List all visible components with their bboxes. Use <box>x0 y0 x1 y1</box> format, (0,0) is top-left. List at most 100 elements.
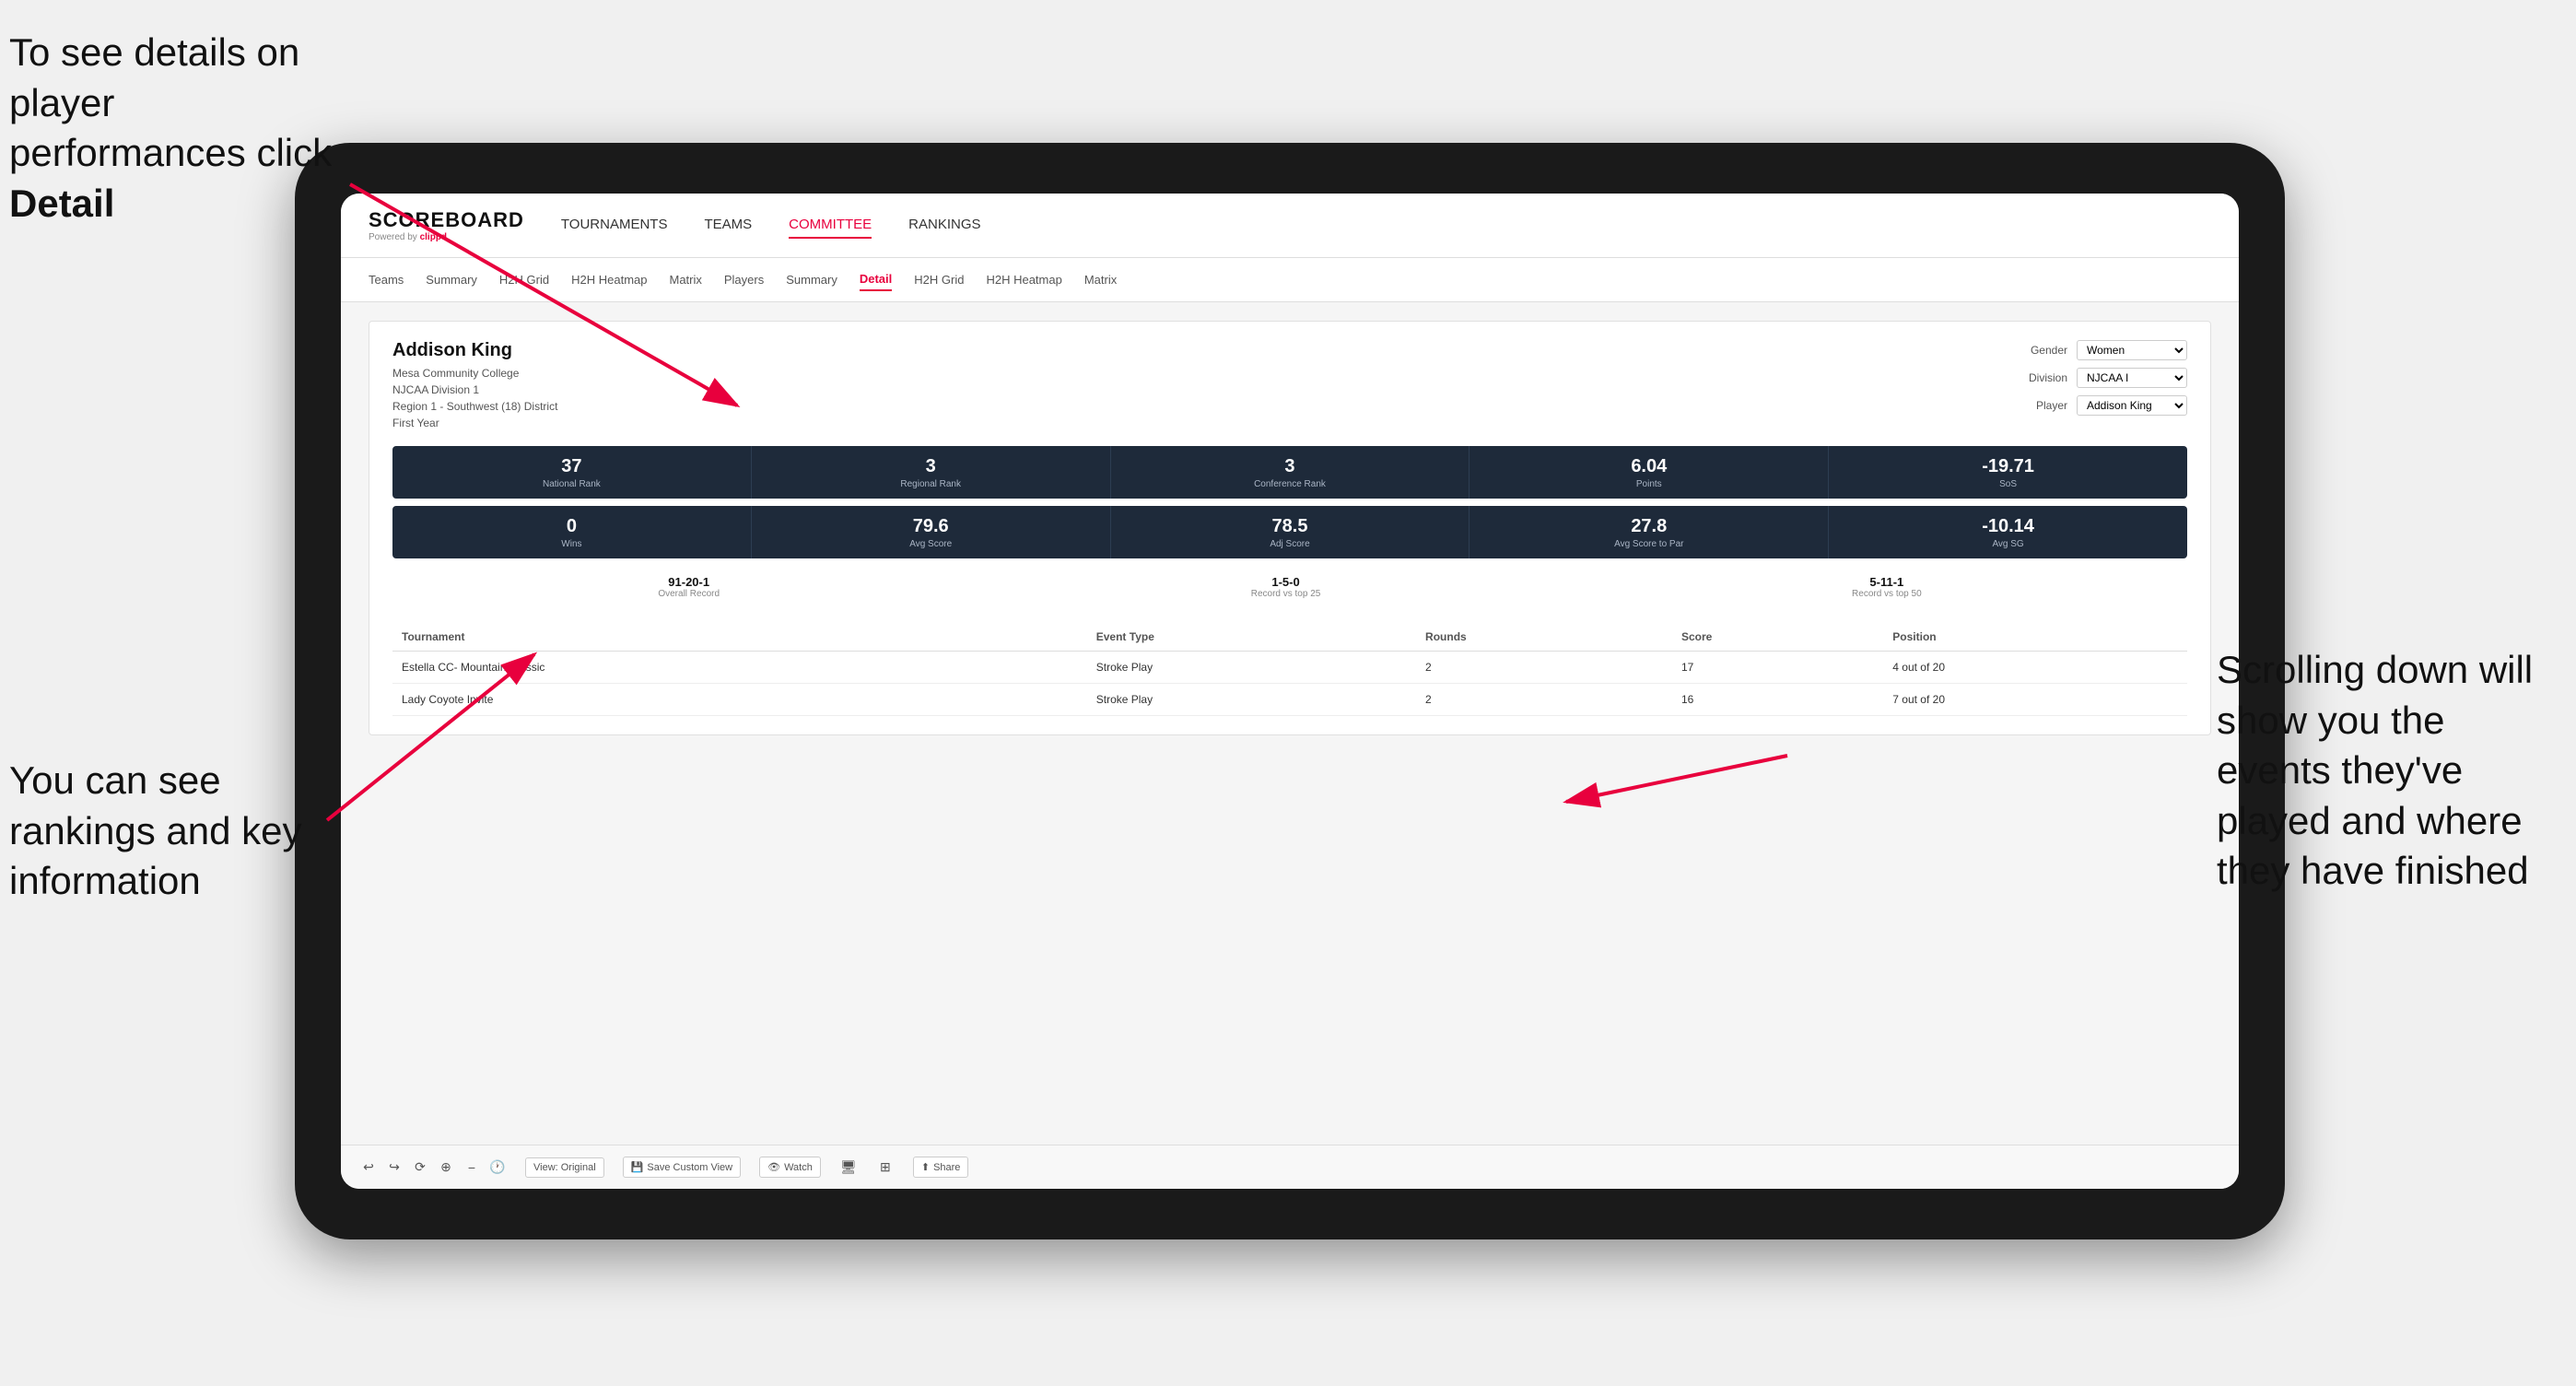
minus-icon[interactable]: − <box>463 1158 481 1177</box>
avg-score-par-value: 27.8 <box>1482 515 1815 537</box>
grid-icon[interactable]: ⊞ <box>876 1158 895 1177</box>
conference-rank-label: Conference Rank <box>1124 479 1457 489</box>
division-label: Division <box>2029 371 2067 384</box>
eye-icon: 👁 <box>767 1161 780 1173</box>
sub-nav-h2h-heatmap2[interactable]: H2H Heatmap <box>986 269 1061 290</box>
sub-nav-h2h-grid[interactable]: H2H Grid <box>499 269 549 290</box>
sub-nav-summary[interactable]: Summary <box>426 269 477 290</box>
zoom-icon[interactable]: ⊕ <box>437 1158 455 1177</box>
conference-rank-value: 3 <box>1124 455 1457 477</box>
division-filter: Division NJCAA I NJCAA II <box>2029 368 2187 388</box>
refresh-icon[interactable]: ⟳ <box>411 1158 429 1177</box>
stat-avg-score-par: 27.8 Avg Score to Par <box>1469 506 1829 558</box>
stat-adj-score: 78.5 Adj Score <box>1111 506 1470 558</box>
sub-nav-summary2[interactable]: Summary <box>786 269 837 290</box>
nav-tournaments[interactable]: TOURNAMENTS <box>561 212 668 239</box>
sub-nav-teams[interactable]: Teams <box>369 269 404 290</box>
player-filter: Player Addison King <box>2036 395 2187 416</box>
col-score: Score <box>1672 623 1883 652</box>
save-custom-button[interactable]: 💾 Save Custom View <box>623 1157 741 1178</box>
powered-by-label: Powered by clippd <box>369 232 524 242</box>
player-header: Addison King Mesa Community College NJCA… <box>392 340 2187 431</box>
avg-score-label: Avg Score <box>765 539 1097 549</box>
sub-nav-matrix[interactable]: Matrix <box>669 269 701 290</box>
clock-icon[interactable]: 🕐 <box>488 1158 507 1177</box>
nav-teams[interactable]: TEAMS <box>704 212 752 239</box>
clippd-logo: clippd <box>420 232 447 242</box>
gender-select[interactable]: Women Men <box>2077 340 2187 360</box>
undo-icon[interactable]: ↩ <box>359 1158 378 1177</box>
rounds-1: 2 <box>1416 652 1672 684</box>
share-icon: ⬆ <box>921 1161 930 1173</box>
points-value: 6.04 <box>1482 455 1815 477</box>
division-select[interactable]: NJCAA I NJCAA II <box>2077 368 2187 388</box>
share-label: Share <box>933 1162 960 1173</box>
player-filter-label: Player <box>2036 399 2067 412</box>
top25-record-value: 1-5-0 <box>1251 575 1321 589</box>
event-type-1: Stroke Play <box>1087 652 1416 684</box>
save-icon: 💾 <box>631 1161 644 1173</box>
adj-score-value: 78.5 <box>1124 515 1457 537</box>
share-button[interactable]: ⬆ Share <box>913 1157 969 1178</box>
sub-nav-detail[interactable]: Detail <box>860 268 892 291</box>
redo-icon[interactable]: ↪ <box>385 1158 404 1177</box>
col-event-type: Event Type <box>1087 623 1416 652</box>
stats-row-1: 37 National Rank 3 Regional Rank 3 Confe… <box>392 446 2187 499</box>
stat-national-rank: 37 National Rank <box>392 446 752 499</box>
player-filters: Gender Women Men Division NJCAA I NJCAA … <box>2029 340 2187 416</box>
table-row: Estella CC- Mountain Classic Stroke Play… <box>392 652 2187 684</box>
position-1: 4 out of 20 <box>1883 652 2187 684</box>
points-label: Points <box>1482 479 1815 489</box>
annotation-bottom-left: You can see rankings and key information <box>9 756 322 907</box>
table-row: Lady Coyote Invite Stroke Play 2 16 7 ou… <box>392 684 2187 716</box>
sub-nav-h2h-grid2[interactable]: H2H Grid <box>914 269 964 290</box>
score-1: 17 <box>1672 652 1883 684</box>
main-nav: TOURNAMENTS TEAMS COMMITTEE RANKINGS <box>561 212 981 239</box>
nav-rankings[interactable]: RANKINGS <box>908 212 980 239</box>
stat-points: 6.04 Points <box>1469 446 1829 499</box>
gender-filter: Gender Women Men <box>2031 340 2187 360</box>
logo-area: SCOREBOARD Powered by clippd <box>369 208 524 242</box>
player-select[interactable]: Addison King <box>2077 395 2187 416</box>
stat-conference-rank: 3 Conference Rank <box>1111 446 1470 499</box>
tournament-table: Tournament Event Type Rounds Score Posit… <box>392 623 2187 716</box>
stat-avg-score: 79.6 Avg Score <box>752 506 1111 558</box>
annotation-top-left: To see details on player performances cl… <box>9 28 359 229</box>
stat-avg-sg: -10.14 Avg SG <box>1829 506 2187 558</box>
player-info: Addison King Mesa Community College NJCA… <box>392 340 557 431</box>
nav-committee[interactable]: COMMITTEE <box>789 212 872 239</box>
main-content: Addison King Mesa Community College NJCA… <box>341 302 2239 1145</box>
col-position: Position <box>1883 623 2187 652</box>
wins-label: Wins <box>405 539 738 549</box>
watch-label: Watch <box>784 1162 813 1173</box>
view-original-button[interactable]: View: Original <box>525 1157 604 1178</box>
top-nav: SCOREBOARD Powered by clippd TOURNAMENTS… <box>341 194 2239 258</box>
stat-sos: -19.71 SoS <box>1829 446 2187 499</box>
avg-sg-value: -10.14 <box>1842 515 2174 537</box>
sos-value: -19.71 <box>1842 455 2174 477</box>
sub-nav-matrix2[interactable]: Matrix <box>1084 269 1117 290</box>
sub-nav: Teams Summary H2H Grid H2H Heatmap Matri… <box>341 258 2239 302</box>
national-rank-label: National Rank <box>405 479 738 489</box>
scoreboard-logo: SCOREBOARD <box>369 208 524 232</box>
stats-row-2: 0 Wins 79.6 Avg Score 78.5 Adj Score 27.… <box>392 506 2187 558</box>
bottom-toolbar: ↩ ↪ ⟳ ⊕ − 🕐 View: Original 💾 Save Custom… <box>341 1145 2239 1189</box>
history-controls: ↩ ↪ ⟳ ⊕ − 🕐 <box>359 1158 507 1177</box>
tournament-name-1: Estella CC- Mountain Classic <box>392 652 1087 684</box>
sos-label: SoS <box>1842 479 2174 489</box>
sub-nav-h2h-heatmap[interactable]: H2H Heatmap <box>571 269 647 290</box>
records-row: 91-20-1 Overall Record 1-5-0 Record vs t… <box>392 566 2187 608</box>
adj-score-label: Adj Score <box>1124 539 1457 549</box>
player-name: Addison King <box>392 340 557 361</box>
monitor-icon[interactable]: 🖥 <box>839 1158 858 1177</box>
tournament-name-2: Lady Coyote Invite <box>392 684 1087 716</box>
player-college: Mesa Community College <box>392 365 557 382</box>
record-overall: 91-20-1 Overall Record <box>658 575 720 599</box>
tablet-frame: SCOREBOARD Powered by clippd TOURNAMENTS… <box>295 143 2285 1239</box>
record-top50: 5-11-1 Record vs top 50 <box>1852 575 1922 599</box>
watch-button[interactable]: 👁 Watch <box>759 1157 821 1178</box>
top50-record-value: 5-11-1 <box>1852 575 1922 589</box>
wins-value: 0 <box>405 515 738 537</box>
sub-nav-players[interactable]: Players <box>724 269 764 290</box>
col-tournament: Tournament <box>392 623 1087 652</box>
